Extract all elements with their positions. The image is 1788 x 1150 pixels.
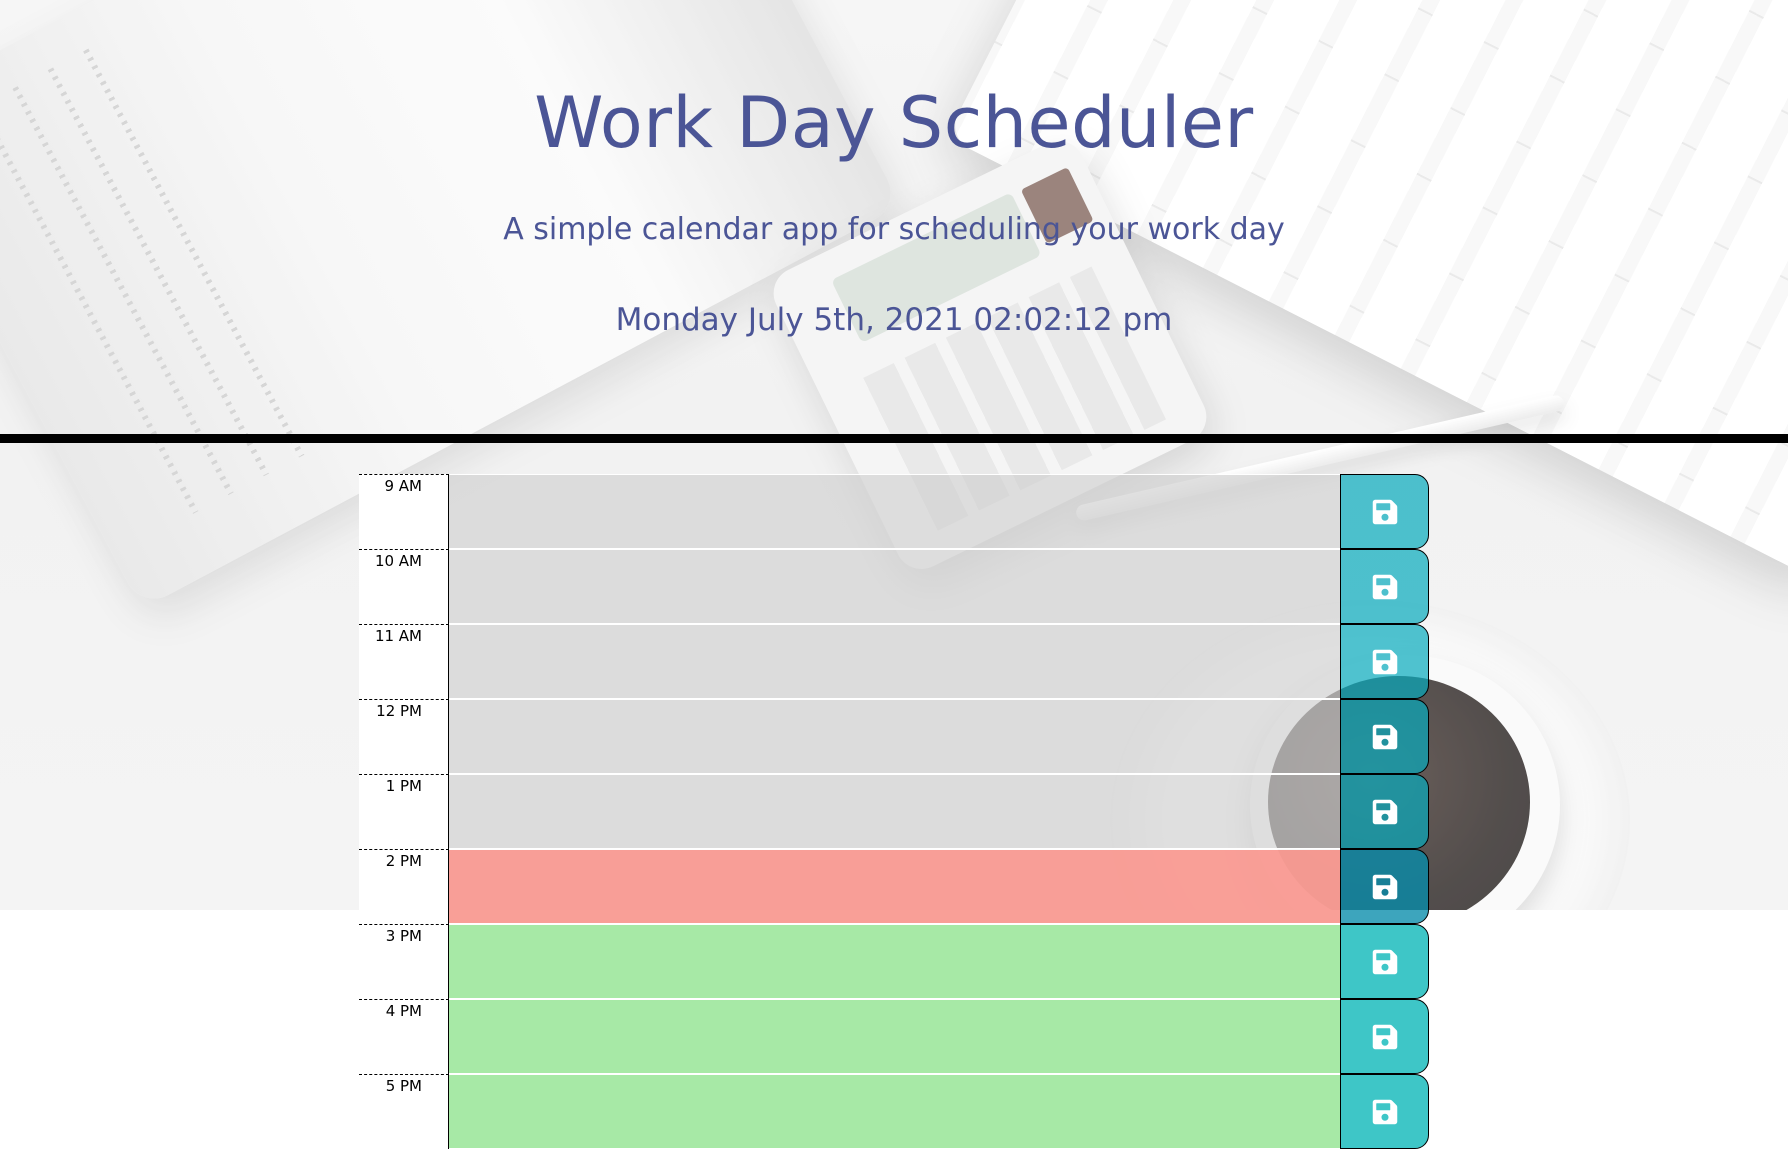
- hour-label: 3 PM: [359, 924, 449, 999]
- schedule: 9 AM 10 AM 11 AM 12 PM 1 PM 2 PM 3 PM 4 PM 5 PM: [359, 474, 1429, 1149]
- event-description-input[interactable]: [449, 849, 1340, 924]
- time-block: 12 PM: [359, 699, 1429, 774]
- event-description-input[interactable]: [449, 1074, 1340, 1149]
- save-button[interactable]: [1340, 849, 1429, 924]
- save-button[interactable]: [1340, 774, 1429, 849]
- event-description-input[interactable]: [449, 999, 1340, 1074]
- time-block: 3 PM: [359, 924, 1429, 999]
- floppy-disk-icon: [1372, 874, 1397, 899]
- floppy-disk-icon: [1372, 949, 1397, 974]
- hour-label: 12 PM: [359, 699, 449, 774]
- time-block: 4 PM: [359, 999, 1429, 1074]
- save-button[interactable]: [1340, 1074, 1429, 1149]
- floppy-disk-icon: [1372, 799, 1397, 824]
- save-button[interactable]: [1340, 549, 1429, 624]
- hour-label: 5 PM: [359, 1074, 449, 1149]
- page-title: Work Day Scheduler: [534, 82, 1254, 164]
- header-divider: [0, 434, 1788, 443]
- save-button[interactable]: [1340, 999, 1429, 1074]
- hour-label: 9 AM: [359, 474, 449, 549]
- floppy-disk-icon: [1372, 724, 1397, 749]
- time-block: 9 AM: [359, 474, 1429, 549]
- current-day: Monday July 5th, 2021 02:02:12 pm: [615, 302, 1173, 338]
- time-block: 10 AM: [359, 549, 1429, 624]
- time-block: 11 AM: [359, 624, 1429, 699]
- event-description-input[interactable]: [449, 699, 1340, 774]
- floppy-disk-icon: [1372, 1099, 1397, 1124]
- event-description-input[interactable]: [449, 624, 1340, 699]
- floppy-disk-icon: [1372, 1024, 1397, 1049]
- event-description-input[interactable]: [449, 924, 1340, 999]
- save-button[interactable]: [1340, 624, 1429, 699]
- hour-label: 1 PM: [359, 774, 449, 849]
- page: Work Day Scheduler A simple calendar app…: [0, 0, 1788, 1150]
- lead-text: A simple calendar app for scheduling you…: [503, 212, 1285, 247]
- save-button[interactable]: [1340, 474, 1429, 549]
- floppy-disk-icon: [1372, 574, 1397, 599]
- hour-label: 2 PM: [359, 849, 449, 924]
- event-description-input[interactable]: [449, 774, 1340, 849]
- floppy-disk-icon: [1372, 499, 1397, 524]
- hour-label: 4 PM: [359, 999, 449, 1074]
- event-description-input[interactable]: [449, 474, 1340, 549]
- hour-label: 10 AM: [359, 549, 449, 624]
- save-button[interactable]: [1340, 699, 1429, 774]
- header-jumbotron: Work Day Scheduler A simple calendar app…: [0, 0, 1788, 434]
- hour-label: 11 AM: [359, 624, 449, 699]
- time-block: 5 PM: [359, 1074, 1429, 1149]
- save-button[interactable]: [1340, 924, 1429, 999]
- floppy-disk-icon: [1372, 649, 1397, 674]
- time-block: 2 PM: [359, 849, 1429, 924]
- event-description-input[interactable]: [449, 549, 1340, 624]
- time-block: 1 PM: [359, 774, 1429, 849]
